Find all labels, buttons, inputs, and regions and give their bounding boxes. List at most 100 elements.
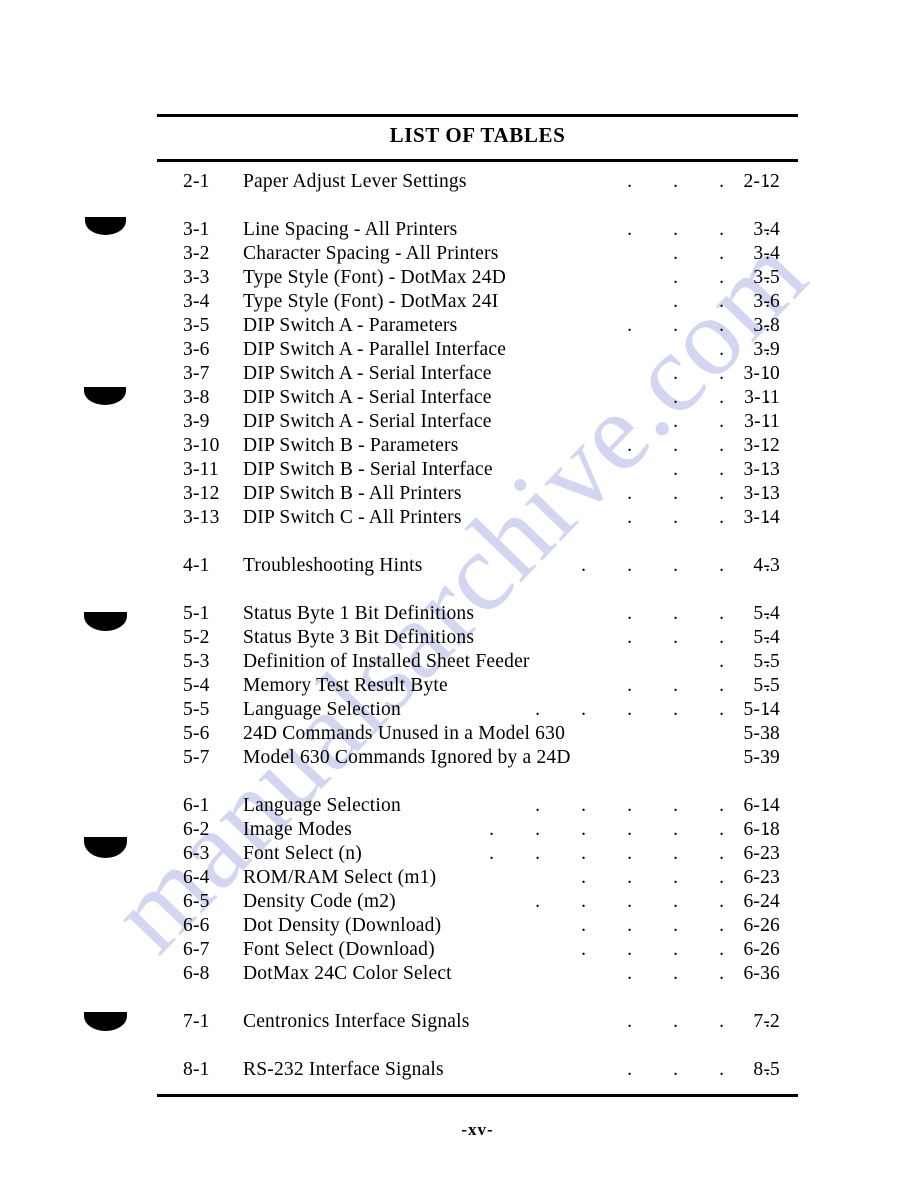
page-reference: 3-4 xyxy=(753,243,780,264)
table-caption: Font Select (n) xyxy=(243,843,362,864)
table-caption: DIP Switch C - All Printers xyxy=(243,507,462,528)
footer-rule xyxy=(157,1094,798,1097)
table-number: 3-1 xyxy=(183,219,210,240)
table-number: 3-12 xyxy=(183,483,220,504)
table-number: 4-1 xyxy=(183,555,210,576)
table-number: 3-2 xyxy=(183,243,210,264)
table-entry-row[interactable]: 3-5 DIP Switch A - Parameters.... 3-8 xyxy=(0,314,918,338)
table-entry-row[interactable]: 6-8 DotMax 24C Color Select.... 6-36 xyxy=(0,962,918,986)
page-reference: 5-4 xyxy=(753,603,780,624)
page-reference: 6-18 xyxy=(743,819,780,840)
table-entry-row[interactable]: 3-13 DIP Switch C - All Printers.... 3-14 xyxy=(0,506,918,530)
table-entry-row[interactable]: 6-4 ROM/RAM Select (m1)..... 6-23 xyxy=(0,866,918,890)
table-entry-row[interactable]: 5-7 Model 630 Commands Ignored by a 24D. 5… xyxy=(0,746,918,770)
table-number: 5-1 xyxy=(183,603,210,624)
scanned-page: manualsarchive.com LIST OF TABLES 2-1 Pap… xyxy=(0,0,918,1188)
table-number: 3-5 xyxy=(183,315,210,336)
page-reference: 3-4 xyxy=(753,219,780,240)
page-reference: 2-12 xyxy=(743,171,780,192)
table-entry-row[interactable]: 3-2 Character Spacing - All Printers... 3-… xyxy=(0,242,918,266)
table-entry-row[interactable]: 3-7 DIP Switch A - Serial Interface... 3-1… xyxy=(0,362,918,386)
table-entry-row[interactable]: 3-3 Type Style (Font) - DotMax 24D... 3-5 xyxy=(0,266,918,290)
table-number: 6-7 xyxy=(183,939,210,960)
page-content: LIST OF TABLES 2-1 Paper Adjust Lever Set… xyxy=(0,0,918,1188)
table-caption: DIP Switch A - Serial Interface xyxy=(243,387,492,408)
table-caption: DIP Switch A - Serial Interface xyxy=(243,411,492,432)
table-caption: Definition of Installed Sheet Feeder xyxy=(243,651,530,672)
page-reference: 6-26 xyxy=(743,939,780,960)
page-reference: 7-2 xyxy=(753,1011,780,1032)
table-caption: Status Byte 3 Bit Definitions xyxy=(243,627,475,648)
table-entry-row[interactable]: 5-2 Status Byte 3 Bit Definitions.... 5-4 xyxy=(0,626,918,650)
table-entry-row[interactable]: 4-1 Troubleshooting Hints..... 4-3 xyxy=(0,554,918,578)
table-number: 3-8 xyxy=(183,387,210,408)
page-reference: 3-11 xyxy=(744,387,780,408)
table-caption: Troubleshooting Hints xyxy=(243,555,423,576)
page-reference: 3-11 xyxy=(744,411,780,432)
table-caption: ROM/RAM Select (m1) xyxy=(243,867,437,888)
table-entry-row[interactable]: 6-7 Font Select (Download)..... 6-26 xyxy=(0,938,918,962)
table-entry-row[interactable]: 6-6 Dot Density (Download)..... 6-26 xyxy=(0,914,918,938)
page-reference: 6-26 xyxy=(743,915,780,936)
table-caption: Character Spacing - All Printers xyxy=(243,243,499,264)
page-reference: 3-8 xyxy=(753,315,780,336)
table-caption: Density Code (m2) xyxy=(243,891,396,912)
table-caption: Centronics Interface Signals xyxy=(243,1011,470,1032)
page-reference: 6-14 xyxy=(743,795,780,816)
table-caption: DIP Switch A - Serial Interface xyxy=(243,363,492,384)
table-entry-row[interactable]: 5-6 24D Commands Unused in a Model 630. 5-… xyxy=(0,722,918,746)
table-number: 2-1 xyxy=(183,171,210,192)
table-entry-row[interactable]: 3-10 DIP Switch B - Parameters.... 3-12 xyxy=(0,434,918,458)
table-entry-row[interactable]: 6-5 Density Code (m2)...... 6-24 xyxy=(0,890,918,914)
table-caption: DIP Switch B - Serial Interface xyxy=(243,459,493,480)
table-number: 6-1 xyxy=(183,795,210,816)
page-reference: 3-10 xyxy=(743,363,780,384)
table-entry-row[interactable]: 5-5 Language Selection...... 5-14 xyxy=(0,698,918,722)
table-number: 6-6 xyxy=(183,915,210,936)
table-caption: Model 630 Commands Ignored by a 24D xyxy=(243,747,571,768)
table-entry-row[interactable]: 2-1 Paper Adjust Lever Settings.... 2-12 xyxy=(0,170,918,194)
page-reference: 4-3 xyxy=(753,555,780,576)
page-reference: 5-4 xyxy=(753,627,780,648)
table-number: 3-13 xyxy=(183,507,220,528)
table-entry-row[interactable]: 3-11 DIP Switch B - Serial Interface... 3-… xyxy=(0,458,918,482)
table-entry-row[interactable]: 7-1 Centronics Interface Signals.... 7-2 xyxy=(0,1010,918,1034)
table-caption: Language Selection xyxy=(243,795,401,816)
table-caption: DIP Switch B - Parameters xyxy=(243,435,459,456)
page-reference: 3-14 xyxy=(743,507,780,528)
table-number: 6-3 xyxy=(183,843,210,864)
table-number: 3-4 xyxy=(183,291,210,312)
table-entry-row[interactable]: 8-1 RS-232 Interface Signals.... 8-5 xyxy=(0,1058,918,1082)
page-reference: 3-13 xyxy=(743,459,780,480)
table-entry-row[interactable]: 5-3 Definition of Installed Sheet Feeder.… xyxy=(0,650,918,674)
table-entry-row[interactable]: 6-1 Language Selection...... 6-14 xyxy=(0,794,918,818)
table-caption: Paper Adjust Lever Settings xyxy=(243,171,467,192)
table-entry-row[interactable]: 3-1 Line Spacing - All Printers.... 3-4 xyxy=(0,218,918,242)
table-caption: Line Spacing - All Printers xyxy=(243,219,458,240)
table-entry-row[interactable]: 6-2 Image Modes....... 6-18 xyxy=(0,818,918,842)
table-number: 6-4 xyxy=(183,867,210,888)
page-reference: 6-24 xyxy=(743,891,780,912)
table-entry-row[interactable]: 6-3 Font Select (n)....... 6-23 xyxy=(0,842,918,866)
page-reference: 3-12 xyxy=(743,435,780,456)
page-reference: 6-23 xyxy=(743,843,780,864)
table-caption: RS-232 Interface Signals xyxy=(243,1059,444,1080)
table-caption: 24D Commands Unused in a Model 630 xyxy=(243,723,566,744)
table-entry-row[interactable]: 5-4 Memory Test Result Byte.... 5-5 xyxy=(0,674,918,698)
table-entry-row[interactable]: 3-4 Type Style (Font) - DotMax 24I... 3-6 xyxy=(0,290,918,314)
table-number: 5-6 xyxy=(183,723,210,744)
page-reference: 5-5 xyxy=(753,675,780,696)
table-entry-row[interactable]: 3-6 DIP Switch A - Parallel Interface.. 3-… xyxy=(0,338,918,362)
table-entry-row[interactable]: 3-9 DIP Switch A - Serial Interface... 3-1… xyxy=(0,410,918,434)
page-title: LIST OF TABLES xyxy=(389,123,566,147)
table-caption: DIP Switch A - Parameters xyxy=(243,315,458,336)
table-caption: Type Style (Font) - DotMax 24D xyxy=(243,267,506,288)
table-entry-row[interactable]: 3-8 DIP Switch A - Serial Interface... 3-1… xyxy=(0,386,918,410)
page-reference: 5-39 xyxy=(743,747,780,768)
table-number: 5-3 xyxy=(183,651,210,672)
table-entry-row[interactable]: 3-12 DIP Switch B - All Printers.... 3-13 xyxy=(0,482,918,506)
table-entry-row[interactable]: 5-1 Status Byte 1 Bit Definitions.... 5-4 xyxy=(0,602,918,626)
